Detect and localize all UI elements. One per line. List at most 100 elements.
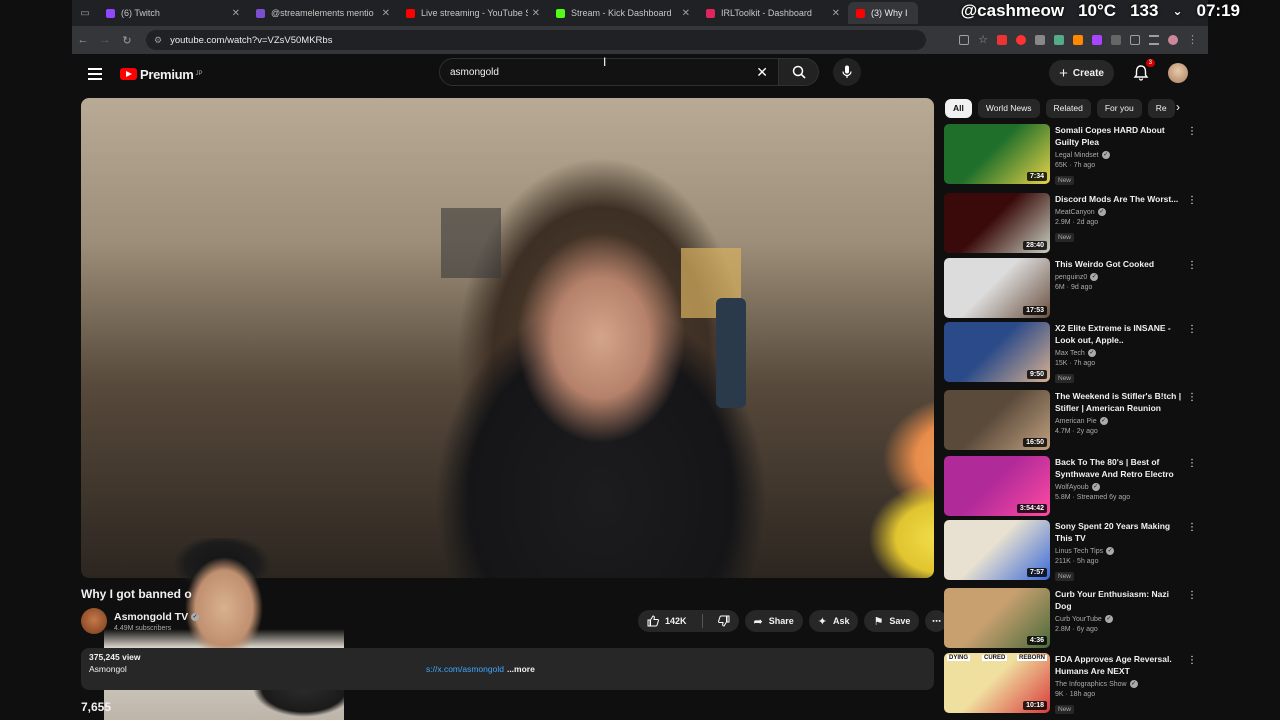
- profile-icon[interactable]: [1168, 35, 1178, 45]
- close-tab-icon[interactable]: ✕: [382, 8, 390, 19]
- bookmark-star-icon[interactable]: ☆: [978, 35, 988, 46]
- recommendation-item[interactable]: 16:50 The Weekend is Stifler's B!tch | St…: [944, 390, 1204, 450]
- recommendation-item[interactable]: DYING CURED REBORN 10:18 FDA Approves Age Re…: [944, 653, 1204, 716]
- more-link[interactable]: ...more: [507, 664, 535, 674]
- more-vertical-icon[interactable]: ⋮: [1187, 126, 1197, 137]
- account-avatar[interactable]: [1168, 63, 1188, 83]
- recommendation-item[interactable]: 28:40 Discord Mods Are The Worst... MeatCa…: [944, 193, 1204, 253]
- recommendation-title[interactable]: FDA Approves Age Reversal. Humans Are NE…: [1055, 653, 1183, 677]
- chevron-right-icon[interactable]: ›: [1176, 100, 1180, 114]
- voice-search-button[interactable]: [833, 58, 861, 86]
- extension-icon[interactable]: [1035, 35, 1045, 45]
- recommendation-title[interactable]: Discord Mods Are The Worst...: [1055, 193, 1183, 205]
- extension-icon[interactable]: [1092, 35, 1102, 45]
- close-tab-icon[interactable]: ✕: [232, 8, 240, 19]
- recommendation-channel[interactable]: penguinz0 ✓: [1055, 273, 1183, 281]
- recommendation-channel[interactable]: Curb YourTube ✓: [1055, 615, 1183, 623]
- more-vertical-icon[interactable]: ⋮: [1187, 590, 1197, 601]
- extension-icon[interactable]: [997, 35, 1007, 45]
- dislike-button[interactable]: [709, 610, 739, 632]
- puzzle-icon[interactable]: [1130, 35, 1140, 45]
- extension-icon[interactable]: [1016, 35, 1026, 45]
- site-info-icon[interactable]: ⚙: [154, 35, 162, 46]
- more-vertical-icon[interactable]: ⋮: [1187, 260, 1197, 271]
- browser-tab[interactable]: @streamelements mentio ✕: [248, 2, 398, 24]
- browser-tab[interactable]: (6) Twitch ✕: [98, 2, 248, 24]
- recommendation-channel[interactable]: The Infographics Show ✓: [1055, 680, 1183, 688]
- more-vertical-icon[interactable]: ⋮: [1187, 458, 1197, 469]
- recommendation-item[interactable]: 3:54:42 Back To The 80's | Best of Synthw…: [944, 456, 1204, 516]
- extension-icon[interactable]: [1054, 35, 1064, 45]
- recommendation-item[interactable]: 7:57 Sony Spent 20 Years Making This TV Li…: [944, 520, 1204, 583]
- video-thumbnail[interactable]: DYING CURED REBORN 10:18: [944, 653, 1050, 713]
- chip-related[interactable]: Related: [1045, 98, 1091, 118]
- close-tab-icon[interactable]: ✕: [532, 8, 540, 19]
- recommendation-title[interactable]: X2 Elite Extreme is INSANE - Look out, A…: [1055, 322, 1183, 346]
- recommendation-item[interactable]: 9:50 X2 Elite Extreme is INSANE - Look ou…: [944, 322, 1204, 385]
- like-button[interactable]: 142K: [638, 610, 696, 632]
- chip-recent[interactable]: Re: [1147, 98, 1175, 118]
- channel-avatar[interactable]: [81, 608, 107, 634]
- youtube-logo[interactable]: Premium JP: [120, 67, 203, 82]
- search-input[interactable]: asmongold ✕: [439, 58, 779, 86]
- browser-tab[interactable]: Stream - Kick Dashboard ✕: [548, 2, 698, 24]
- more-vertical-icon[interactable]: ⋮: [1187, 655, 1197, 666]
- tab-search-icon[interactable]: ▭: [72, 2, 98, 24]
- description-link[interactable]: s://x.com/asmongold ...more: [426, 664, 535, 674]
- extension-icon[interactable]: [1073, 35, 1083, 45]
- recommendation-item[interactable]: 7:34 Somali Copes HARD About Guilty Plea L…: [944, 124, 1204, 187]
- more-vertical-icon[interactable]: ⋮: [1187, 195, 1197, 206]
- close-tab-icon[interactable]: ✕: [832, 8, 840, 19]
- share-button[interactable]: ➦ Share: [744, 610, 803, 632]
- extension-icon[interactable]: [1111, 35, 1121, 45]
- recommendation-title[interactable]: Sony Spent 20 Years Making This TV: [1055, 520, 1183, 544]
- more-vertical-icon[interactable]: ⋮: [1187, 392, 1197, 403]
- create-button[interactable]: + Create: [1049, 60, 1114, 86]
- back-icon[interactable]: ←: [72, 34, 94, 46]
- recommendation-item[interactable]: 4:36 Curb Your Enthusiasm: Nazi Dog Curb Y…: [944, 588, 1204, 648]
- recommendation-title[interactable]: Curb Your Enthusiasm: Nazi Dog: [1055, 588, 1183, 612]
- forward-icon[interactable]: →: [94, 34, 116, 46]
- video-thumbnail[interactable]: 9:50: [944, 322, 1050, 382]
- recommendation-channel[interactable]: Legal Mindset ✓: [1055, 151, 1183, 159]
- close-tab-icon[interactable]: ✕: [682, 8, 690, 19]
- clear-search-icon[interactable]: ✕: [756, 64, 768, 81]
- search-button[interactable]: [779, 58, 819, 86]
- browser-tab[interactable]: Live streaming - YouTube Stu ✕: [398, 2, 548, 24]
- chip-for-you[interactable]: For you: [1096, 98, 1142, 118]
- video-thumbnail[interactable]: 17:53: [944, 258, 1050, 318]
- video-thumbnail[interactable]: 4:36: [944, 588, 1050, 648]
- notifications-button[interactable]: 3: [1132, 59, 1155, 82]
- channel-name[interactable]: Asmongold TV ✓: [114, 611, 200, 623]
- more-vertical-icon[interactable]: ⋮: [1187, 324, 1197, 335]
- chip-world-news[interactable]: World News: [977, 98, 1040, 118]
- recommendation-title[interactable]: The Weekend is Stifler's B!tch | Stifler…: [1055, 390, 1183, 414]
- ask-button[interactable]: ✦ Ask: [808, 610, 859, 632]
- cast-icon[interactable]: [959, 35, 970, 45]
- recommendation-title[interactable]: This Weirdo Got Cooked: [1055, 258, 1183, 270]
- recommendation-channel[interactable]: WolfAyoub ✓: [1055, 483, 1183, 491]
- recommendation-channel[interactable]: MeatCanyon ✓: [1055, 208, 1183, 216]
- menu-dots-icon[interactable]: ⋮: [1187, 35, 1198, 46]
- chip-all[interactable]: All: [945, 98, 972, 118]
- recommendation-title[interactable]: Back To The 80's | Best of Synthwave And…: [1055, 456, 1183, 480]
- save-button[interactable]: ⚑ Save: [864, 610, 920, 632]
- recommendation-channel[interactable]: Max Tech ✓: [1055, 349, 1183, 357]
- reload-icon[interactable]: ↻: [116, 34, 138, 47]
- chevron-down-icon[interactable]: ⌄: [1172, 4, 1182, 18]
- recommendation-channel[interactable]: Linus Tech Tips ✓: [1055, 547, 1183, 555]
- recommendation-title[interactable]: Somali Copes HARD About Guilty Plea: [1055, 124, 1183, 148]
- video-player[interactable]: [81, 98, 934, 578]
- video-thumbnail[interactable]: 7:34: [944, 124, 1050, 184]
- video-thumbnail[interactable]: 3:54:42: [944, 456, 1050, 516]
- url-field[interactable]: ⚙ youtube.com/watch?v=VZsV50MKRbs: [146, 30, 926, 50]
- video-thumbnail[interactable]: 7:57: [944, 520, 1050, 580]
- recommendation-channel[interactable]: American Pie ✓: [1055, 417, 1183, 425]
- more-vertical-icon[interactable]: ⋮: [1187, 522, 1197, 533]
- video-thumbnail[interactable]: 28:40: [944, 193, 1050, 253]
- recommendation-item[interactable]: 17:53 This Weirdo Got Cooked penguinz0 ✓ 6M …: [944, 258, 1204, 318]
- browser-tab[interactable]: IRLToolkit - Dashboard ✕: [698, 2, 848, 24]
- video-thumbnail[interactable]: 16:50: [944, 390, 1050, 450]
- browser-tab-active[interactable]: (3) Why I got: [848, 2, 918, 24]
- menu-icon[interactable]: [88, 68, 102, 80]
